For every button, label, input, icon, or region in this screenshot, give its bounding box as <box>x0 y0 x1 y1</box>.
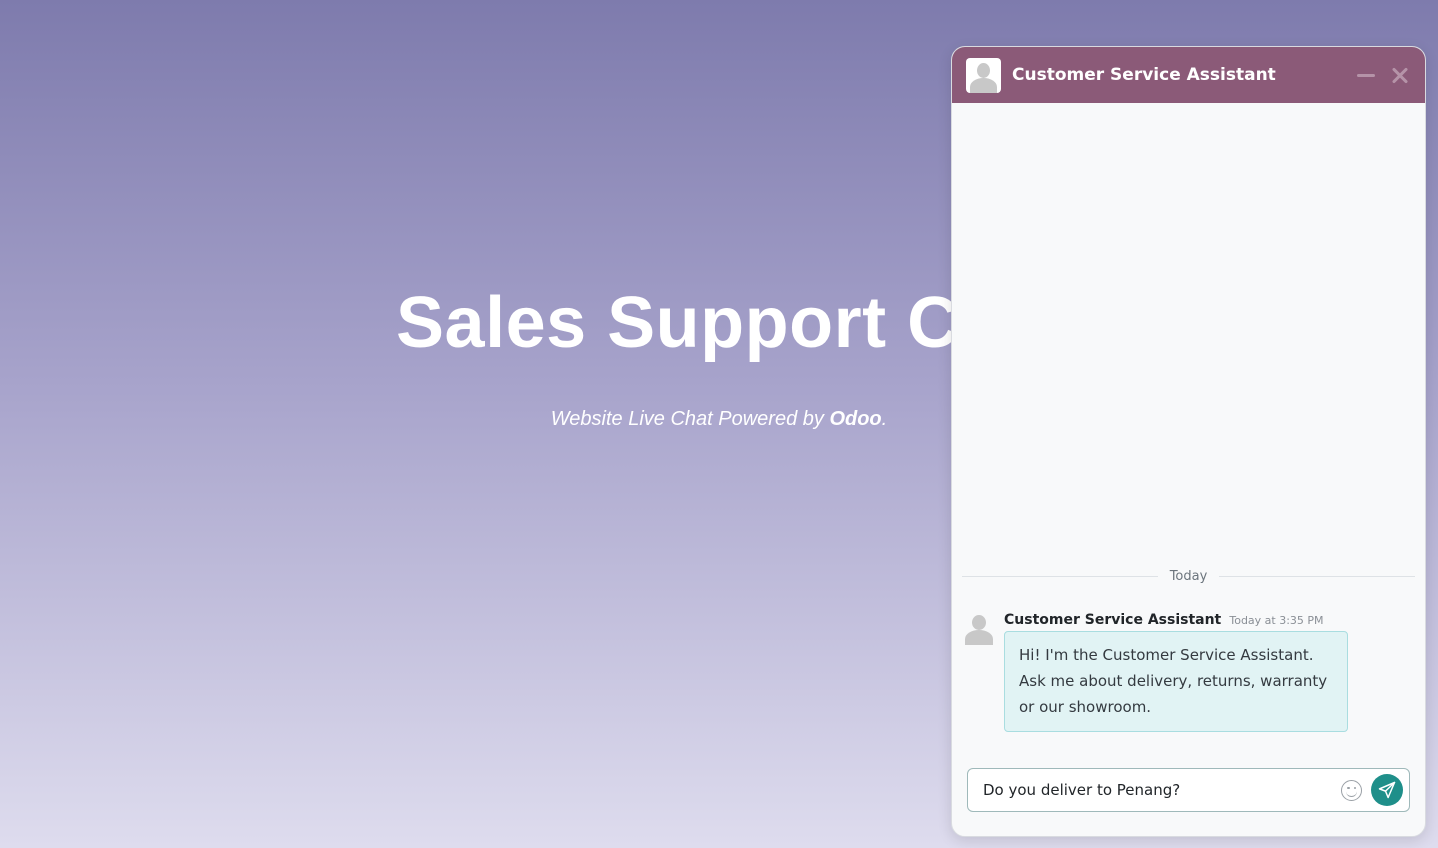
day-separator-label: Today <box>1169 569 1208 584</box>
chat-header: Customer Service Assistant <box>952 47 1425 103</box>
hero-title: Sales Support Cl <box>396 283 981 363</box>
hero-subtitle-suffix: . <box>881 408 888 430</box>
message-input[interactable] <box>983 781 1341 799</box>
paper-plane-icon <box>1378 781 1396 799</box>
day-separator: Today <box>962 569 1416 584</box>
avatar-icon <box>966 57 1001 93</box>
minimize-icon[interactable] <box>1355 64 1377 86</box>
hero-subtitle-prefix: Website Live Chat Powered by <box>550 408 830 430</box>
message-timestamp: Today at 3:35 PM <box>1229 614 1324 627</box>
message-author: Customer Service Assistant <box>1004 612 1222 628</box>
message-bubble: Hi! I'm the Customer Service Assistant. … <box>1004 631 1348 732</box>
hero-subtitle-brand: Odoo <box>829 408 882 430</box>
avatar-icon <box>962 611 996 645</box>
livechat-window: Customer Service Assistant Today Custome… <box>951 46 1426 837</box>
composer <box>967 768 1410 812</box>
close-icon[interactable] <box>1389 64 1411 86</box>
chat-message: Customer Service Assistant Today at 3:35… <box>962 609 1415 732</box>
send-button[interactable] <box>1371 774 1403 806</box>
chat-header-title: Customer Service Assistant <box>1012 65 1276 85</box>
emoji-icon[interactable] <box>1341 779 1362 801</box>
